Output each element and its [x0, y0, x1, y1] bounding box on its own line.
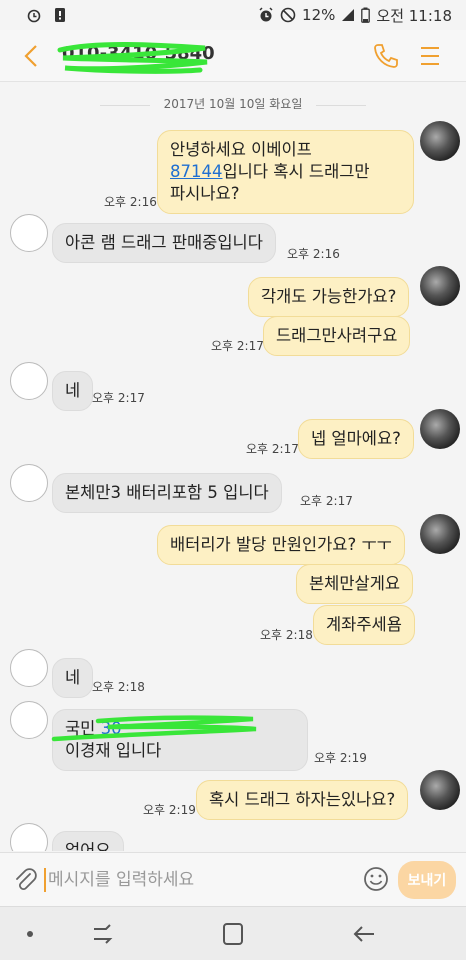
avatar-contact[interactable] — [10, 214, 48, 252]
status-left — [26, 7, 66, 23]
status-right: 12% 오전 11:18 — [258, 5, 452, 26]
message-bubble-outgoing[interactable]: 계좌주세욤 — [313, 605, 415, 645]
message-bubble-incoming[interactable]: 네 — [52, 371, 94, 411]
alarm-icon — [27, 9, 41, 23]
message-bubble-outgoing[interactable]: 배터리가 발당 만원인가요? ㅜㅜ — [157, 525, 405, 565]
message-bubble-outgoing[interactable]: 안녕하세요 이베이프 87144입니다 혹시 드래그만 파시나요? — [157, 130, 414, 214]
date-divider-right — [316, 105, 366, 106]
signal-icon — [342, 9, 355, 21]
message-time: 오후 2:17 — [92, 391, 145, 405]
date-separator: 2017년 10월 10일 화요일 — [163, 97, 303, 111]
message-bubble-outgoing[interactable]: 넵 얼마에요? — [298, 419, 414, 459]
avatar-me[interactable] — [420, 770, 460, 810]
menu-icon[interactable] — [418, 42, 442, 70]
avatar-me[interactable] — [420, 266, 460, 306]
message-time: 오후 2:17 — [211, 339, 264, 353]
back-icon[interactable] — [350, 921, 378, 947]
text-cursor — [44, 868, 46, 892]
message-time: 오후 2:17 — [300, 494, 353, 508]
emoji-icon[interactable] — [362, 865, 390, 893]
composer: 보내기 — [0, 852, 466, 906]
message-time: 오후 2:19 — [314, 751, 367, 765]
avatar-contact[interactable] — [10, 362, 48, 400]
avatar-me[interactable] — [420, 409, 460, 449]
battery-percent: 12% — [302, 6, 336, 24]
paperclip-icon[interactable] — [12, 867, 38, 893]
message-time: 오후 2:16 — [287, 247, 340, 261]
message-bubble-incoming[interactable]: 본체만3 배터리포함 5 입니다 — [52, 473, 282, 513]
message-bubble-incoming[interactable]: 네 — [52, 658, 94, 698]
download-icon — [55, 8, 65, 22]
chat-area[interactable]: 2017년 10월 10일 화요일 안녕하세요 이베이프 87144입니다 혹시… — [0, 83, 466, 851]
avatar-contact[interactable] — [10, 701, 48, 739]
message-time: 오후 2:18 — [92, 680, 145, 694]
clock: 오전 11:18 — [376, 6, 452, 25]
recent-apps-icon[interactable] — [88, 921, 116, 947]
message-bubble-outgoing[interactable]: 각개도 가능한가요? — [248, 277, 410, 317]
home-icon[interactable] — [220, 921, 248, 947]
phone-icon[interactable] — [372, 42, 400, 70]
avatar-contact[interactable] — [10, 464, 48, 502]
avatar-me[interactable] — [420, 121, 460, 161]
app-bar: 010-3410-5840 — [0, 30, 466, 82]
message-bubble-incoming[interactable]: 아콘 램 드래그 판매중입니다 — [52, 223, 276, 263]
message-line: 파시나요? — [170, 184, 240, 203]
message-line: 안녕하세요 이베이프 — [170, 140, 312, 159]
redaction-scribble — [57, 42, 208, 74]
message-input[interactable] — [48, 865, 348, 895]
message-time: 오후 2:18 — [260, 628, 313, 642]
message-bubble-outgoing[interactable]: 드래그만사려구요 — [263, 316, 411, 356]
message-time: 오후 2:16 — [104, 195, 157, 209]
back-arrow-icon[interactable] — [16, 40, 48, 72]
status-bar: 12% 오전 11:18 — [0, 0, 466, 30]
message-line-rest: 입니다 혹시 드래그만 — [222, 162, 370, 181]
dot-icon[interactable] — [20, 921, 48, 947]
alarm-clock-icon — [259, 7, 273, 22]
redaction-scribble — [51, 715, 257, 742]
message-bubble-outgoing[interactable]: 본체만살게요 — [296, 564, 414, 604]
avatar-me[interactable] — [420, 514, 460, 554]
avatar-contact[interactable] — [10, 823, 48, 851]
message-bubble-outgoing[interactable]: 혹시 드래그 하자는있나요? — [196, 780, 409, 820]
do-not-disturb-icon — [280, 7, 296, 23]
send-button[interactable]: 보내기 — [398, 861, 456, 899]
message-link[interactable]: 87144 — [170, 162, 223, 181]
message-bubble-incoming[interactable]: 없어요 — [52, 831, 124, 851]
message-line: 87144입니다 혹시 드래그만 — [170, 161, 401, 183]
message-time: 오후 2:17 — [246, 442, 299, 456]
message-line: 이경재 입니다 — [65, 741, 162, 760]
battery-icon — [361, 7, 371, 23]
message-time: 오후 2:19 — [143, 803, 196, 817]
navigation-bar — [0, 906, 466, 960]
avatar-contact[interactable] — [10, 649, 48, 687]
